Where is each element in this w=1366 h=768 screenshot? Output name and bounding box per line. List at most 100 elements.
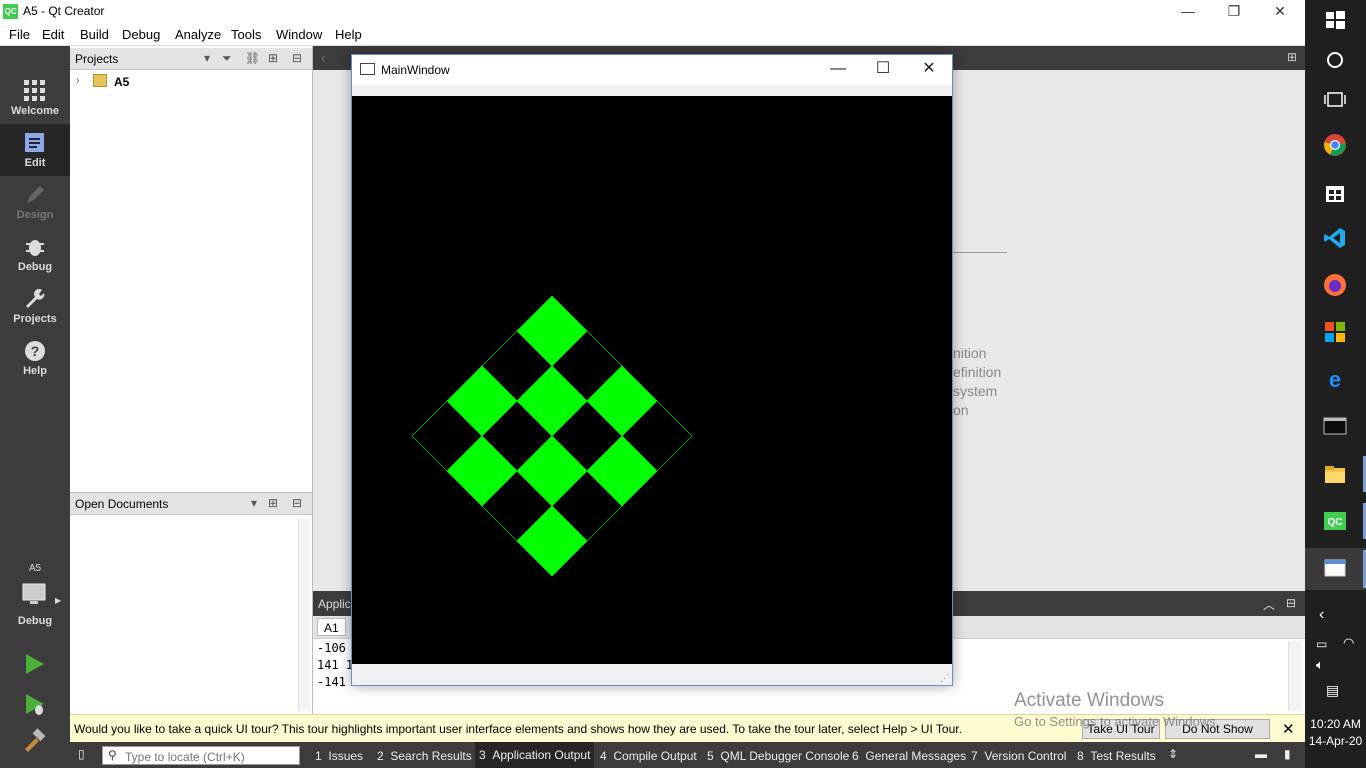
wrench-icon [26, 289, 45, 308]
clock-time: 10:20 AM [1310, 717, 1361, 731]
mode-projects[interactable]: Projects [0, 280, 70, 332]
store-icon[interactable] [1323, 180, 1347, 204]
divider [953, 252, 1007, 253]
mode-help[interactable]: ? Help [0, 332, 70, 384]
resize-grip-icon[interactable]: ⋰ [940, 673, 949, 684]
menu-tools[interactable]: Tools [231, 27, 261, 42]
menu-file[interactable]: File [9, 27, 30, 42]
taskbar-clock[interactable]: 10:20 AM 14-Apr-20 [1305, 716, 1366, 750]
file-explorer-icon[interactable] [1323, 462, 1347, 486]
tab-search-results[interactable]: 2 Search Results [377, 749, 472, 763]
volume-icon[interactable]: 🔈︎ [1316, 657, 1324, 673]
project-folder-icon [93, 74, 107, 87]
progress-toggle-icon[interactable]: ▬ [1255, 747, 1267, 761]
sidebar-toggle-icon[interactable]: ▯ [78, 747, 85, 761]
wifi-icon[interactable]: ◠ [1343, 635, 1354, 651]
run-icon[interactable] [22, 652, 48, 676]
minimize-button[interactable]: — [815, 55, 861, 85]
battery-icon[interactable]: ▭ [1316, 637, 1327, 651]
chevron-down-icon[interactable]: ▾ [251, 496, 257, 510]
menu-edit[interactable]: Edit [42, 27, 64, 42]
kit-chevron-icon[interactable]: ▶ [55, 596, 61, 605]
scrollbar[interactable] [298, 519, 310, 711]
maximize-button[interactable]: ❐ [1211, 0, 1257, 23]
tab-number: 3 [479, 748, 486, 762]
title-bar: QC A5 - Qt Creator — ❐ ✕ [0, 0, 1305, 23]
debug-run-icon[interactable] [22, 692, 48, 718]
build-hammer-icon[interactable] [22, 728, 48, 754]
projects-pane-header: Projects ▾ ⏷ ⛓ ⊞ ⊟ [70, 48, 312, 70]
close-button[interactable]: ✕ [1257, 0, 1303, 23]
tab-number: 8 [1077, 749, 1084, 763]
mode-label: Design [16, 209, 54, 221]
tab-general-messages[interactable]: 6 General Messages [852, 749, 966, 763]
close-pane-icon[interactable]: ⊟ [1286, 596, 1296, 610]
output-scrollbar[interactable] [1288, 641, 1302, 711]
close-pane-icon[interactable]: ⊟ [292, 496, 302, 510]
watermark-subtitle: Go to Settings to activate Windows. [1014, 714, 1220, 729]
menu-analyze[interactable]: Analyze [175, 27, 221, 42]
maximize-pane-icon[interactable]: ︿ [1263, 596, 1275, 613]
question-icon: ? [25, 341, 45, 361]
tab-label: Issues [328, 749, 364, 763]
split-editor-icon[interactable]: ⊞ [1287, 50, 1297, 64]
monitor-icon[interactable] [22, 583, 48, 607]
open-documents-pane: Open Documents ▾ ⊞ ⊟ [70, 492, 312, 714]
expand-chevron-icon[interactable]: › [76, 75, 79, 86]
tab-compile-output[interactable]: 4 Compile Output [600, 749, 697, 763]
mode-debug[interactable]: Debug [0, 228, 70, 280]
firefox-icon[interactable] [1323, 273, 1347, 297]
tab-number: 6 [852, 749, 859, 763]
projects-pane: Projects ▾ ⏷ ⛓ ⊞ ⊟ › A5 [70, 46, 312, 492]
output-tab-a1[interactable]: A1 [317, 618, 346, 636]
split-icon[interactable]: ⊞ [268, 51, 278, 65]
terminal-icon[interactable] [1323, 414, 1347, 438]
mode-welcome[interactable]: Welcome [0, 72, 70, 124]
menu-build[interactable]: Build [80, 27, 109, 42]
mainwindow-app-icon[interactable] [1323, 556, 1347, 580]
mode-selector: Welcome Edit Design Debug Projects ? Hel… [0, 46, 70, 768]
back-arrow-icon[interactable]: ‹ [321, 50, 325, 65]
notifications-icon[interactable]: ▤ [1326, 682, 1339, 699]
tab-test-results[interactable]: 8 Test Results [1077, 749, 1156, 763]
tab-application-output[interactable]: 3 Application Output [475, 742, 595, 768]
cortana-icon[interactable] [1323, 48, 1347, 72]
drawing-canvas [352, 96, 952, 664]
diamond-checkerboard [411, 295, 693, 577]
menu-help[interactable]: Help [335, 27, 362, 42]
clock-date: 14-Apr-20 [1308, 734, 1363, 748]
mainwindow-app: MainWindow — ☐ ✕ ⋰ [351, 54, 953, 686]
office-icon[interactable] [1323, 320, 1347, 344]
mode-edit[interactable]: Edit [0, 124, 70, 176]
tab-number: 4 [600, 749, 607, 763]
show-hidden-icons-chevron-icon[interactable]: ‹ [1319, 606, 1324, 624]
windows-start-icon[interactable] [1323, 8, 1347, 32]
vscode-icon[interactable] [1323, 226, 1347, 250]
edge-icon[interactable]: e [1323, 367, 1347, 391]
maximize-button[interactable]: ☐ [860, 55, 906, 85]
edit-document-icon [25, 133, 44, 152]
close-icon[interactable]: ✕ [1282, 720, 1295, 738]
chevron-down-icon[interactable]: ▾ [204, 51, 210, 65]
close-button[interactable]: ✕ [906, 55, 952, 85]
menu-debug[interactable]: Debug [122, 27, 160, 42]
filter-icon[interactable]: ⏷ [222, 51, 232, 66]
menu-window[interactable]: Window [276, 27, 322, 42]
link-icon[interactable]: ⛓ [245, 51, 260, 65]
up-down-arrows-icon[interactable]: ⇕ [1168, 747, 1178, 761]
grid-icon [24, 80, 45, 101]
locator-input[interactable]: ⚲ Type to locate (Ctrl+K) [102, 746, 300, 765]
tab-number: 1 [315, 749, 322, 763]
chrome-icon[interactable] [1323, 133, 1347, 157]
tab-version-control[interactable]: 7 Version Control [971, 749, 1066, 763]
mode-label: Welcome [10, 105, 60, 117]
project-tree-item-a5[interactable]: A5 [114, 75, 129, 89]
close-pane-icon[interactable]: ⊟ [292, 51, 302, 65]
task-view-icon[interactable] [1323, 88, 1347, 112]
tab-qml-debugger-console[interactable]: 5 QML Debugger Console [707, 749, 849, 763]
tab-issues[interactable]: 1 Issues [315, 749, 363, 763]
right-sidebar-toggle-icon[interactable]: ▮ [1284, 747, 1291, 761]
minimize-button[interactable]: — [1165, 0, 1211, 23]
qt-creator-icon[interactable]: QC [1323, 509, 1347, 533]
split-icon[interactable]: ⊞ [268, 496, 278, 510]
